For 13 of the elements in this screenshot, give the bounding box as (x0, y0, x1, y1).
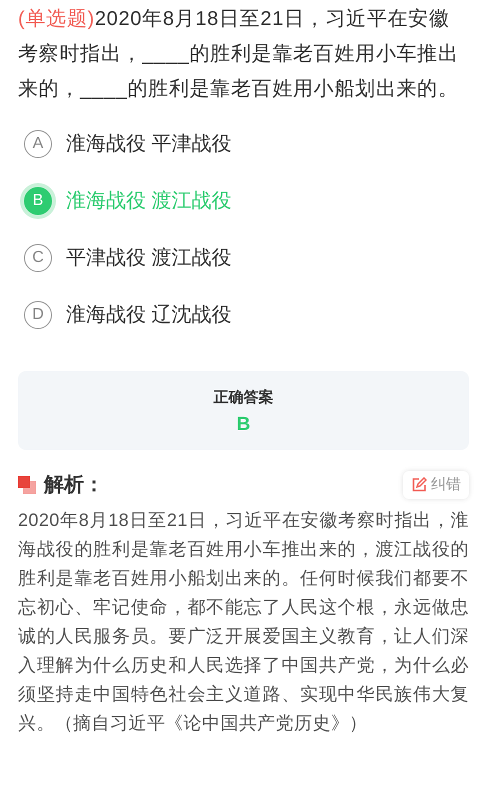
option-letter: A (24, 130, 52, 158)
edit-icon (411, 477, 427, 493)
question-text: (单选题)2020年8月18日至21日，习近平在安徽考察时指出，____的胜利是靠老百姓用小车推出来的，____的胜利是靠老百姓用小船划出来的。 (18, 7, 460, 102)
analysis-title: 解析： (44, 473, 104, 498)
answer-value: B (236, 415, 250, 434)
answer-label: 正确答案 (214, 388, 274, 408)
option[interactable]: A 淮海战役 平津战役 (18, 115, 469, 172)
option[interactable]: D 淮海战役 辽沈战役 (18, 286, 469, 343)
option[interactable]: C 平津战役 渡江战役 (18, 229, 469, 286)
analysis-text: 2020年8月18日至21日，习近平在安徽考察时指出，淮海战役的胜利是靠老百姓用小车推出来的，渡江战役的胜利是靠老百姓用小船划出来的。任何时候我们都要不忘初心、牢记使命，都不能忘了人民这个根，永远做忠诚的人民服务员。要广泛开展爱国主义教育，让人们深入理解为什么历史和人民选择了中国共产党，为什么必须坚持走中国特色社会主义道路、实现中华民族伟大复兴。（摘自习近平《论中国共产党历史》） (18, 509, 469, 735)
option-letter: D (24, 300, 52, 328)
section-icon (18, 476, 36, 494)
option-letter: C (24, 244, 52, 272)
